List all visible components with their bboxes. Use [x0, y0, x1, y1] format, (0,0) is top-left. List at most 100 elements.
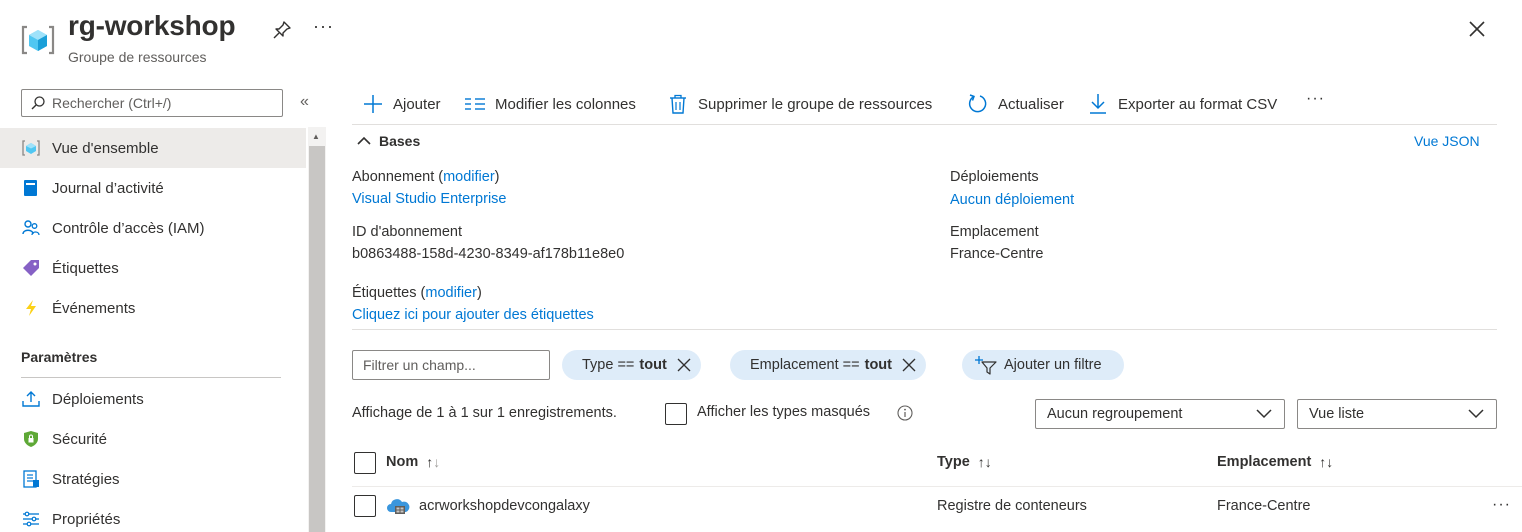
add-tags-link[interactable]: Cliquez ici pour ajouter des étiquettes [352, 307, 594, 323]
location-value: France-Centre [950, 246, 1044, 262]
tags-label: Étiquettes [352, 285, 417, 301]
sidebar-item-iam[interactable]: Contrôle d’accès (IAM) [0, 208, 306, 248]
activity-log-icon [22, 179, 40, 197]
upload-icon [22, 390, 40, 408]
sidebar-item-label: Journal d’activité [52, 179, 164, 197]
export-csv-label: Exporter au format CSV [1118, 95, 1278, 113]
sidebar-item-label: Propriétés [52, 510, 121, 528]
location-label: Emplacement [950, 224, 1039, 240]
column-header-location[interactable]: Emplacement ↑↓ [1217, 454, 1333, 470]
sidebar-item-properties[interactable]: Propriétés [0, 499, 306, 532]
filter-field-input[interactable] [352, 350, 550, 380]
sidebar-item-activity-log[interactable]: Journal d’activité [0, 168, 306, 208]
row-more-button[interactable]: ··· [1492, 496, 1511, 514]
show-hidden-types-checkbox[interactable] [665, 403, 687, 425]
scroll-up-icon[interactable]: ▲ [312, 132, 320, 141]
sidebar-item-tags[interactable]: Étiquettes [0, 248, 306, 288]
sidebar-item-label: Contrôle d’accès (IAM) [52, 219, 205, 237]
json-view-link[interactable]: Vue JSON [1414, 133, 1480, 149]
more-options-button[interactable]: ··· [313, 16, 334, 37]
modify-subscription-link[interactable]: modifier [443, 169, 495, 185]
deployments-value-link[interactable]: Aucun déploiement [950, 192, 1074, 208]
type-filter-pill[interactable]: Type == tout [562, 350, 701, 380]
refresh-button[interactable]: Actualiser [967, 91, 1064, 117]
sidebar-search-input[interactable] [52, 95, 272, 111]
view-mode-value: Vue liste [1309, 406, 1365, 422]
divider [352, 329, 1497, 330]
chevron-up-icon [357, 136, 371, 145]
type-filter-value: tout [639, 357, 667, 373]
toolbar-more-button[interactable]: ··· [1306, 90, 1325, 108]
tags-label-row: Étiquettes (modifier) [352, 285, 482, 301]
resource-type: Registre de conteneurs [937, 498, 1087, 514]
close-icon[interactable] [677, 358, 691, 372]
delete-group-button[interactable]: Supprimer le groupe de ressources [667, 91, 932, 117]
row-checkbox[interactable] [354, 495, 376, 517]
export-csv-button[interactable]: Exporter au format CSV [1087, 91, 1277, 117]
column-header-name[interactable]: Nom ↑↓ [386, 454, 440, 470]
deployments-label: Déploiements [950, 169, 1039, 185]
add-button-label: Ajouter [393, 95, 441, 113]
shield-icon [22, 430, 40, 448]
resource-location: France-Centre [1217, 498, 1311, 514]
sidebar-item-deployments[interactable]: Déploiements [0, 379, 306, 419]
sidebar-item-label: Étiquettes [52, 259, 119, 277]
location-filter-pill[interactable]: Emplacement == tout [730, 350, 926, 380]
column-header-label: Type [937, 454, 970, 470]
location-filter-value: tout [864, 357, 892, 373]
sort-icon[interactable]: ↑↓ [978, 454, 992, 470]
resource-name-link[interactable]: acrworkshopdevcongalaxy [419, 498, 590, 514]
view-mode-dropdown[interactable]: Vue liste [1297, 399, 1497, 429]
collapse-sidebar-button[interactable]: « [300, 93, 309, 111]
subscription-id-value: b0863488-158d-4230-8349-af178b11e8e0 [352, 246, 625, 262]
sidebar-item-label: Sécurité [52, 430, 108, 448]
delete-group-label: Supprimer le groupe de ressources [698, 95, 933, 113]
records-count: Affichage de 1 à 1 sur 1 enregistrements… [352, 405, 617, 421]
select-all-checkbox[interactable] [354, 452, 376, 474]
info-icon[interactable] [897, 405, 913, 421]
sidebar-item-events[interactable]: Événements [0, 288, 306, 328]
subscription-value-link[interactable]: Visual Studio Enterprise [352, 191, 507, 207]
trash-icon [667, 93, 689, 115]
pin-icon[interactable] [272, 20, 292, 40]
sort-icon[interactable]: ↑↓ [1319, 454, 1333, 470]
add-button[interactable]: Ajouter [362, 91, 441, 117]
sidebar-search[interactable] [21, 89, 283, 117]
tag-icon [22, 259, 40, 277]
close-icon[interactable] [902, 358, 916, 372]
settings-section-title: Paramètres [21, 349, 98, 365]
grouping-dropdown[interactable]: Aucun regroupement [1035, 399, 1285, 429]
properties-icon [22, 510, 40, 528]
grouping-value: Aucun regroupement [1047, 406, 1183, 422]
lightning-icon [22, 299, 40, 317]
column-header-type[interactable]: Type ↑↓ [937, 454, 992, 470]
search-icon [30, 95, 46, 111]
essentials-toggle[interactable]: Bases [357, 133, 420, 149]
page-title: rg-workshop [68, 10, 236, 41]
container-registry-icon [386, 497, 410, 517]
sort-icon[interactable]: ↑↓ [426, 454, 440, 470]
iam-people-icon [22, 219, 40, 237]
policy-icon [22, 470, 40, 488]
refresh-label: Actualiser [998, 95, 1064, 113]
sidebar-item-overview[interactable]: Vue d'ensemble [0, 128, 306, 168]
sidebar-item-label: Événements [52, 299, 136, 317]
show-hidden-types-label: Afficher les types masqués [697, 404, 871, 420]
modify-tags-link[interactable]: modifier [425, 285, 477, 301]
subscription-label: Abonnement [352, 169, 435, 185]
download-icon [1087, 93, 1109, 115]
column-header-label: Nom [386, 454, 419, 470]
add-filter-button[interactable]: Ajouter un filtre [962, 350, 1124, 380]
essentials-label: Bases [379, 133, 421, 149]
type-filter-label: Type == [582, 357, 635, 373]
sidebar-scrollbar-thumb[interactable] [309, 146, 325, 532]
edit-columns-label: Modifier les colonnes [495, 95, 636, 113]
subscription-label-row: Abonnement (modifier) [352, 169, 500, 185]
edit-columns-button[interactable]: Modifier les colonnes [464, 91, 636, 117]
resource-group-icon [22, 139, 40, 157]
sidebar-item-security[interactable]: Sécurité [0, 419, 306, 459]
chevron-down-icon [1256, 409, 1272, 419]
sidebar-item-policies[interactable]: Stratégies [0, 459, 306, 499]
divider [352, 486, 1522, 487]
close-icon[interactable] [1466, 18, 1488, 40]
